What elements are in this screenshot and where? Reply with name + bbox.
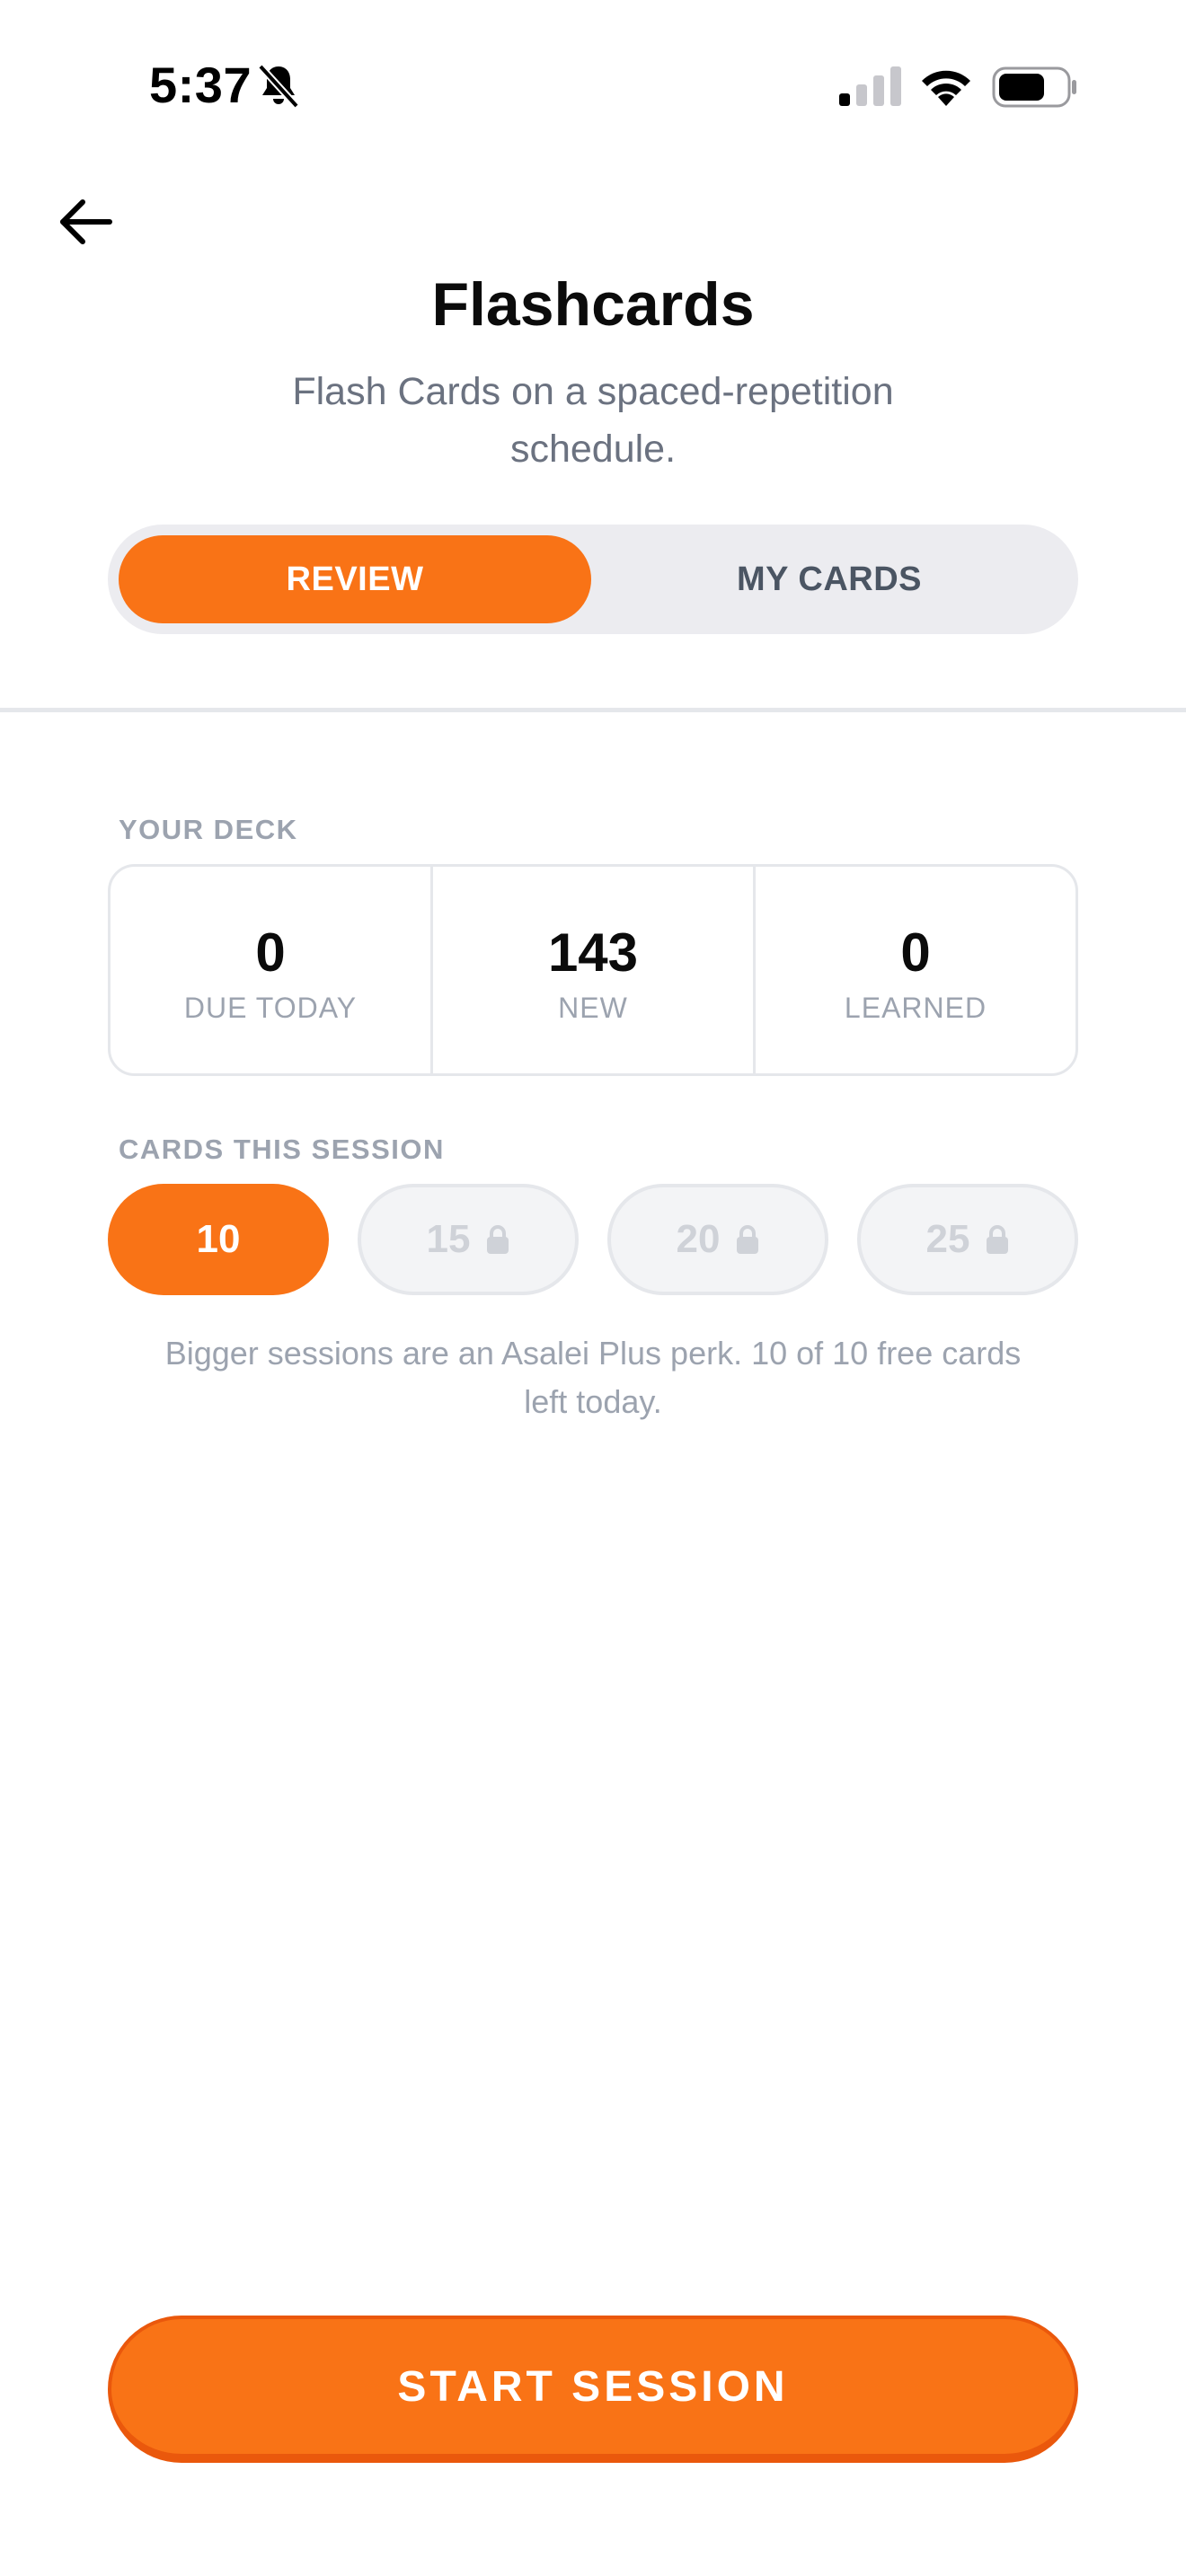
- start-session-button[interactable]: START SESSION: [108, 2316, 1078, 2463]
- deck-section-label: YOUR DECK: [119, 814, 298, 845]
- lock-icon: [487, 1225, 509, 1254]
- wifi-icon: [922, 70, 970, 106]
- header-divider: [0, 708, 1186, 712]
- plus-perk-note: Bigger sessions are an Asalei Plus perk.…: [164, 1335, 1022, 1420]
- flashcards-screen: 5:37 Flashcards Flash Cards on a spaced-…: [0, 0, 1186, 2576]
- status-bar: 5:37: [0, 0, 1186, 171]
- session-size-value: 10: [196, 1217, 241, 1261]
- tab-my-cards[interactable]: MY CARDS: [593, 535, 1066, 623]
- page-title: Flashcards: [431, 270, 755, 339]
- back-arrow-icon: [60, 199, 112, 244]
- deck-stats-card: 0 DUE TODAY 143 NEW 0 LEARNED: [108, 864, 1078, 1076]
- session-size-value: 15: [426, 1217, 471, 1261]
- session-section-label: CARDS THIS SESSION: [119, 1134, 445, 1165]
- stat-label: NEW: [558, 991, 628, 1024]
- back-button[interactable]: [54, 192, 117, 251]
- session-size-25-button[interactable]: 25: [857, 1184, 1078, 1295]
- stat-learned: 0 LEARNED: [753, 867, 1075, 1073]
- battery-icon: [992, 66, 1076, 108]
- stat-new: 143 NEW: [430, 867, 753, 1073]
- status-time: 5:37: [149, 57, 252, 113]
- stat-label: LEARNED: [844, 991, 987, 1024]
- lock-icon: [737, 1225, 759, 1254]
- session-size-15-button[interactable]: 15: [358, 1184, 579, 1295]
- stat-label: DUE TODAY: [183, 991, 358, 1024]
- tab-review[interactable]: REVIEW: [119, 535, 591, 623]
- session-size-20-button[interactable]: 20: [607, 1184, 828, 1295]
- session-size-10-button[interactable]: 10: [108, 1184, 329, 1295]
- session-size-value: 25: [925, 1217, 970, 1261]
- page-subtitle: Flash Cards on a spaced-repetition sched…: [292, 370, 894, 471]
- stat-due-today: 0 DUE TODAY: [111, 867, 430, 1073]
- lock-icon: [987, 1225, 1009, 1254]
- review-mycards-tabs: REVIEW MY CARDS: [108, 525, 1078, 634]
- stat-value: 143: [547, 922, 639, 983]
- signal-icon: [839, 66, 901, 106]
- session-size-value: 20: [676, 1217, 721, 1261]
- stat-value: 0: [255, 922, 286, 983]
- muted-bell-icon: [258, 64, 299, 109]
- stat-value: 0: [900, 922, 931, 983]
